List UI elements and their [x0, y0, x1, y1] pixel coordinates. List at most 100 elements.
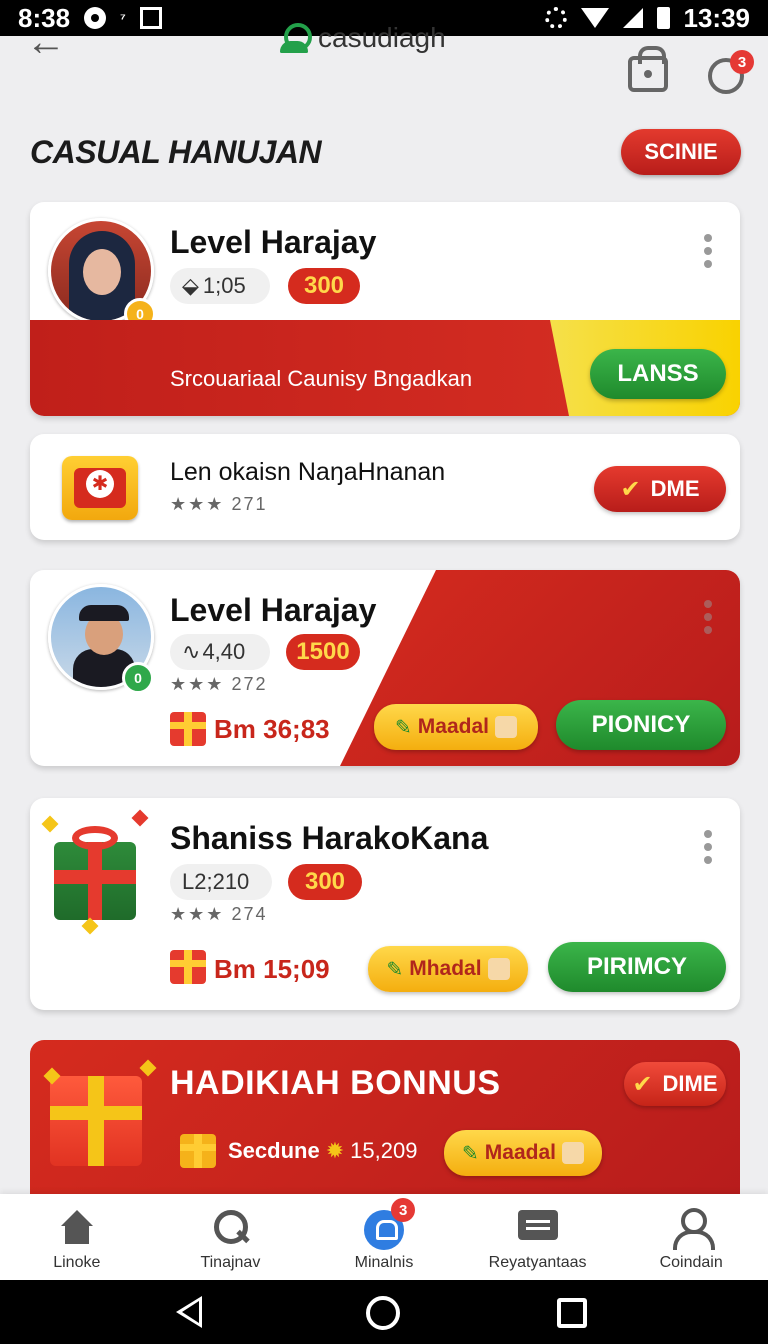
system-navigation-bar — [0, 1280, 768, 1344]
card-title: Level Harajay — [170, 592, 377, 628]
star-icon: ★★★ — [170, 904, 225, 924]
battery-icon — [656, 7, 670, 29]
maadal-label: Maadal — [417, 715, 489, 738]
rating: ★★★ 272 — [170, 674, 267, 695]
bonus-label: Secdune — [228, 1138, 320, 1163]
nav-label: Tinajnav — [200, 1254, 261, 1271]
system-recents-icon[interactable] — [557, 1298, 587, 1328]
bottom-navigation: Linoke Tinajnav 3 Minalnis Reyatyantaas … — [0, 1194, 768, 1280]
scinie-button[interactable]: SCINIE — [621, 129, 741, 175]
rating: ★★★ 271 — [170, 494, 267, 515]
dime-button[interactable]: ✔ DIME — [624, 1062, 726, 1106]
ticket-icon: ⬙ — [182, 273, 199, 298]
reward-amount: Bm 36;83 — [214, 714, 330, 744]
nav-search[interactable]: Tinajnav — [154, 1194, 308, 1280]
gift-bow — [72, 826, 118, 850]
user-icon — [671, 1208, 716, 1250]
stat-value: L2;210 — [182, 869, 250, 894]
message-icon — [517, 1208, 558, 1248]
settings-status-icon — [544, 7, 567, 29]
card-title: Shaniss HarakoKana — [170, 820, 489, 856]
gift-card: Shaniss HarakoKana L2;210 300 ★★★ 274 Bm… — [30, 798, 740, 1010]
bag-icon — [494, 716, 517, 738]
nav-label: Reyatyantaas — [488, 1254, 587, 1271]
star-icon: ★★★ — [170, 494, 225, 514]
level-card-2: 0 Level Harajay ∿ 4,40 1500 ★★★ 272 Bm 3… — [30, 570, 740, 766]
brand-name: casudiagh — [318, 22, 446, 53]
notification-badge: 3 — [730, 50, 754, 74]
lanss-button[interactable]: LANSS — [590, 349, 726, 399]
card-title: Level Harajay — [170, 224, 377, 260]
points-pill: 300 — [288, 864, 362, 900]
nav-label: Coindain — [659, 1254, 723, 1271]
more-options-icon[interactable] — [704, 600, 712, 634]
gift-box-icon — [50, 1076, 142, 1166]
check-icon: ✔ — [620, 475, 641, 503]
rating-value: 274 — [231, 904, 268, 924]
gift-box-icon — [54, 842, 136, 920]
gift-icon — [170, 712, 206, 746]
money-icon: ✎ — [462, 1142, 479, 1165]
maadal-label: Maadal — [484, 1141, 556, 1164]
system-home-icon[interactable] — [366, 1296, 400, 1330]
nav-account[interactable]: Coindain — [614, 1194, 768, 1280]
gift-icon — [180, 1134, 216, 1168]
stat-pill: L2;210 — [170, 864, 272, 900]
rating-value: 272 — [231, 674, 268, 694]
more-options-icon[interactable] — [704, 830, 712, 864]
promo-banner: Srcouariaal Caunisy Bngadkan LANSS — [30, 320, 740, 416]
pirimcy-button[interactable]: PIRIMCY — [548, 942, 726, 992]
more-options-icon[interactable] — [704, 234, 712, 268]
home-icon — [57, 1208, 97, 1248]
bonus-stat: Secdune ✹ 15,209 — [228, 1138, 417, 1164]
maadal-button[interactable]: ✎ Maadal — [374, 704, 538, 750]
signal-icon — [622, 8, 643, 28]
sparkle-icon — [41, 815, 59, 833]
stat-pill: ⬙ 1;05 — [170, 268, 270, 304]
search-icon — [210, 1208, 250, 1248]
sparkle-icon — [81, 917, 99, 935]
image-icon — [139, 7, 162, 29]
dme-button[interactable]: ✔ DME — [594, 466, 726, 512]
bag-icon — [561, 1142, 584, 1164]
link-icon: ∿ — [182, 639, 201, 664]
card-title: Len okaisn NaŋaHnanan — [170, 458, 446, 486]
nav-label: Minalnis — [354, 1254, 414, 1271]
sparkle-icon — [139, 1059, 157, 1077]
stat-pill: ∿ 4,40 — [170, 634, 270, 670]
pionicy-button[interactable]: PIONICY — [556, 700, 726, 750]
notifications-button[interactable]: 3 — [704, 50, 754, 98]
system-back-icon[interactable] — [176, 1296, 202, 1328]
stat-value: 4,40 — [202, 639, 246, 664]
star-icon: ★★★ — [170, 674, 225, 694]
check-icon: ✔ — [632, 1070, 653, 1098]
points-pill: 1500 — [286, 634, 360, 670]
offer-card: Len okaisn NaŋaHnanan ★★★ 271 ✔ DME — [30, 434, 740, 540]
reward-amount: Bm 15;09 — [214, 954, 330, 984]
level-badge: 0 — [122, 662, 154, 694]
profile-icon — [280, 23, 312, 53]
mhadal-button[interactable]: ✎ Mhadal — [368, 946, 528, 992]
stat-value: 1;05 — [202, 273, 246, 298]
sun-icon: ✹ — [325, 1138, 345, 1163]
nav-messages[interactable]: Reyatyantaas — [461, 1194, 615, 1280]
bonus-card: HADIKIAH BONNUS ✔ DIME Secdune ✹ 15,209 … — [30, 1040, 740, 1210]
wifi-icon — [580, 8, 609, 28]
bonus-value: 15,209 — [350, 1138, 418, 1163]
dme-label: DME — [650, 476, 700, 501]
status-small-glyph: ⁷ — [120, 10, 126, 26]
nav-alarms[interactable]: 3 Minalnis — [307, 1194, 461, 1280]
bonus-title: HADIKIAH BONNUS — [170, 1064, 501, 1102]
lock-icon[interactable] — [628, 46, 668, 92]
case-icon — [62, 456, 138, 520]
money-icon: ✎ — [386, 958, 404, 981]
gift-icon — [170, 950, 206, 984]
nav-home[interactable]: Linoke — [0, 1194, 154, 1280]
banner-text: Srcouariaal Caunisy Bngadkan — [170, 366, 473, 391]
mhadal-label: Mhadal — [409, 957, 482, 980]
nav-badge: 3 — [391, 1198, 416, 1222]
maadal-button[interactable]: ✎ Maadal — [444, 1130, 602, 1176]
back-arrow-icon[interactable]: ← — [26, 20, 66, 64]
page-title: CASUAL HANUJAN — [30, 134, 322, 170]
sparkle-icon — [131, 809, 149, 827]
